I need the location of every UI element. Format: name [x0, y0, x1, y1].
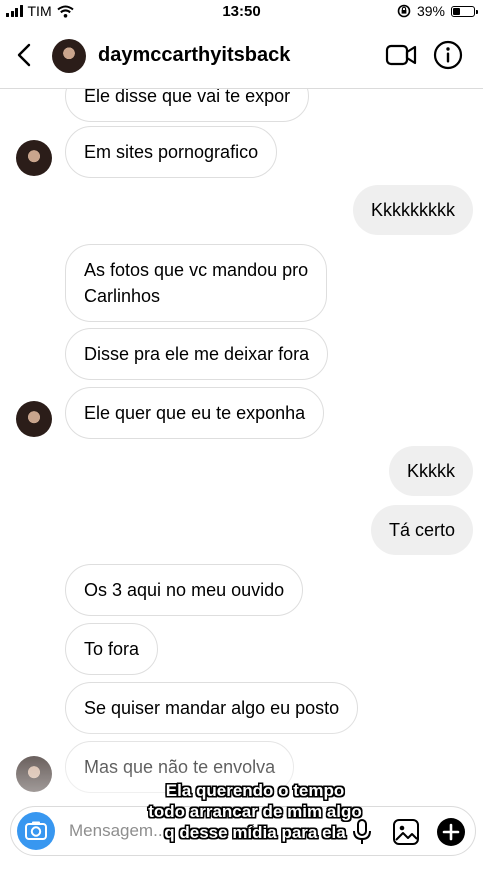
gallery-icon[interactable]: [391, 817, 421, 847]
message-incoming[interactable]: Disse pra ele me deixar fora: [65, 328, 329, 380]
caption-line: Ela querendo o tempo: [165, 781, 345, 800]
chat-header: daymccarthyitsback: [0, 22, 483, 89]
status-right: 39%: [397, 3, 478, 19]
message-outgoing[interactable]: Kkkkkkkkk: [352, 185, 473, 235]
battery-percent: 39%: [416, 3, 445, 19]
info-icon[interactable]: [433, 40, 463, 70]
story-caption: Ela querendo o tempo todo arrancar de mi…: [120, 780, 390, 843]
message-outgoing[interactable]: Kkkkk: [388, 446, 473, 496]
message-line: As fotos que vc mandou pro: [84, 260, 309, 280]
message-incoming[interactable]: To fora: [65, 623, 159, 675]
caption-line: q desse mídia para ela: [164, 823, 346, 842]
message-incoming[interactable]: Se quiser mandar algo eu posto: [65, 682, 359, 734]
sender-avatar[interactable]: [16, 401, 52, 437]
message-incoming[interactable]: Ele disse que vai te expor: [65, 88, 310, 122]
message-line: Carlinhos: [84, 286, 161, 306]
back-arrow-icon[interactable]: [14, 42, 36, 68]
camera-button[interactable]: [17, 812, 55, 850]
message-incoming[interactable]: Ele quer que eu te exponha: [65, 387, 325, 439]
rotation-lock-icon: [397, 4, 411, 18]
message-incoming[interactable]: Os 3 aqui no meu ouvido: [65, 564, 304, 616]
battery-icon: [451, 5, 478, 17]
caption-line: todo arrancar de mim algo: [148, 802, 362, 821]
sender-avatar[interactable]: [16, 140, 52, 176]
message-thread[interactable]: Ele disse que vai te expor Em sites porn…: [0, 88, 483, 870]
status-bar: TIM 13:50 39%: [0, 0, 483, 22]
chat-username[interactable]: daymccarthyitsback: [98, 44, 290, 67]
message-outgoing[interactable]: Tá certo: [370, 505, 473, 555]
camera-icon: [25, 821, 47, 840]
message-incoming[interactable]: Em sites pornografico: [65, 126, 278, 178]
sender-avatar[interactable]: [16, 756, 52, 792]
video-call-icon[interactable]: [385, 41, 417, 69]
avatar[interactable]: [52, 39, 86, 73]
plus-icon[interactable]: [435, 816, 467, 848]
message-incoming[interactable]: As fotos que vc mandou pro Carlinhos: [65, 244, 328, 322]
